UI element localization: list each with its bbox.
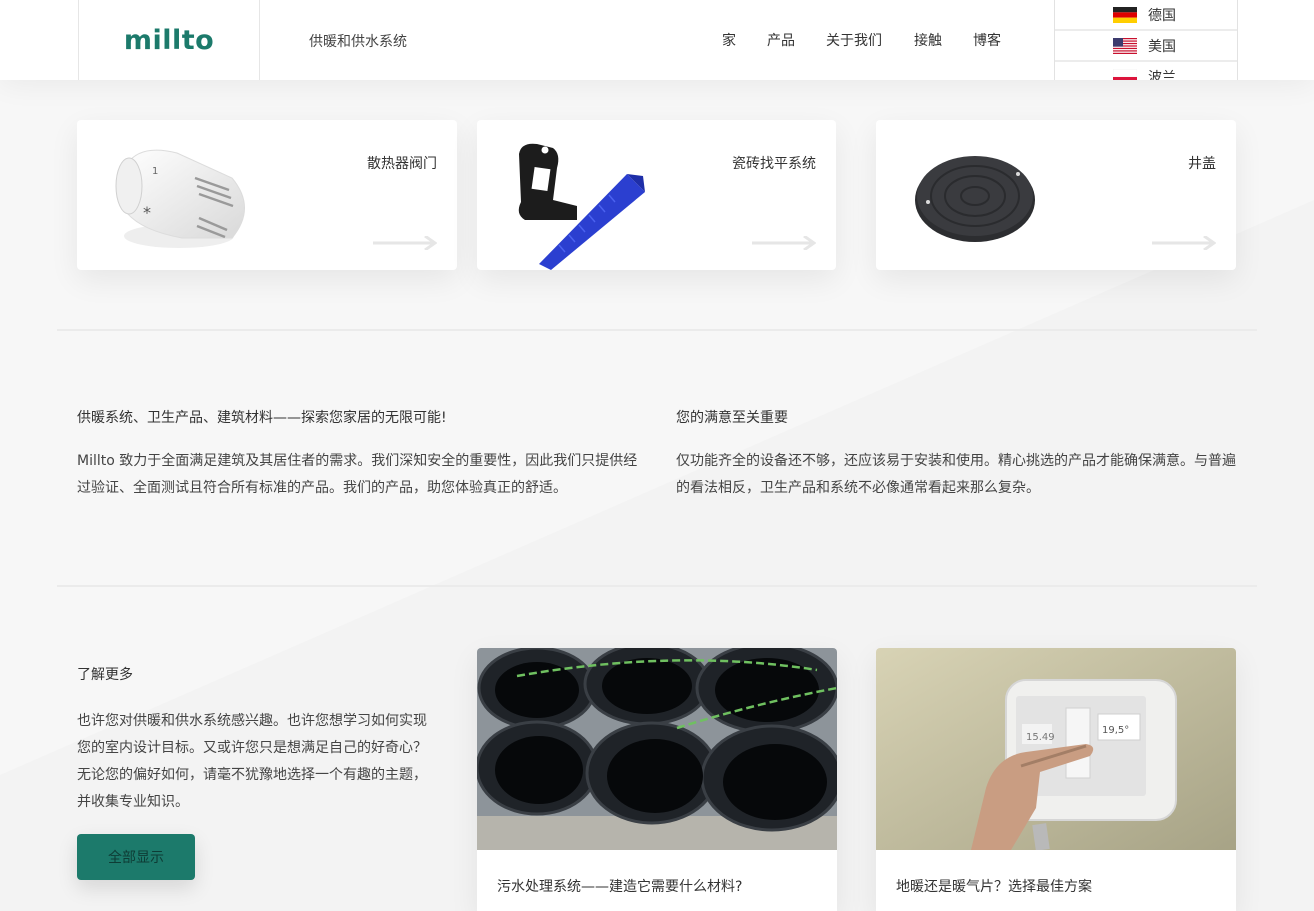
info-body: 仅功能齐全的设备还不够，还应该易于安装和使用。精心挑选的产品才能确保满意。与普遍… [676, 453, 1236, 496]
svg-text:1: 1 [152, 166, 158, 177]
nav-blog[interactable]: 博客 [973, 30, 1001, 50]
category-card-manhole-covers[interactable]: 井盖 [876, 120, 1236, 270]
language-label: 德国 [1148, 7, 1176, 24]
arrow-right-icon [373, 236, 437, 250]
arrow-right-icon [752, 236, 816, 250]
germany-flag-icon [1113, 7, 1137, 23]
learn-more-body: 也许您对供暖和供水系统感兴趣。也许您想学习如何实现您的室内设计目标。又或许您只是… [77, 713, 427, 810]
nav-home[interactable]: 家 [722, 30, 736, 50]
language-option-usa[interactable]: 美国 [1055, 31, 1237, 62]
category-card-tile-leveling[interactable]: 瓷砖找平系统 [477, 120, 836, 270]
corrugated-pipes-image [477, 648, 837, 850]
language-label: 波兰 [1148, 69, 1176, 81]
blog-card[interactable]: 15.49 19,5° 地暖还是暖气片？选择最佳方案 [876, 648, 1236, 911]
manhole-cover-image [915, 156, 1035, 242]
tile-leveling-clip-wedge-image [518, 143, 645, 270]
show-all-button[interactable]: 全部显示 [77, 834, 195, 880]
language-option-germany[interactable]: 德国 [1055, 0, 1237, 31]
section-divider [57, 329, 1257, 331]
thermostatic-valve-head-image: 1 * [115, 149, 245, 248]
svg-text:*: * [143, 203, 151, 222]
svg-text:19,5°: 19,5° [1102, 725, 1129, 736]
info-block-right: 您的满意至关重要 仅功能齐全的设备还不够，还应该易于安装和使用。精心挑选的产品才… [676, 408, 1241, 502]
info-body: Millto 致力于全面满足建筑及其居住者的需求。我们深知安全的重要性，因此我们… [77, 453, 638, 496]
language-switcher: 德国 美国 波兰 [1054, 0, 1238, 80]
category-title: 井盖 [1188, 156, 1216, 172]
logo[interactable]: millto [78, 0, 260, 80]
logo-text: millto [123, 24, 215, 56]
site-header: millto 供暖和供水系统 家 产品 关于我们 接触 博客 德国 美国 波兰 [0, 0, 1314, 80]
thermostat-touch-panel-image: 15.49 19,5° [876, 648, 1236, 850]
info-block-left: 供暖系统、卫生产品、建筑材料——探索您家居的无限可能! Millto 致力于全面… [77, 408, 642, 502]
learn-more-title: 了解更多 [77, 667, 133, 683]
site-tagline: 供暖和供水系统 [309, 34, 407, 50]
category-card-radiator-valves[interactable]: 1 * 散热器阀门 [77, 120, 457, 270]
info-title: 您的满意至关重要 [676, 410, 788, 426]
nav-contact[interactable]: 接触 [914, 30, 942, 50]
nav-products[interactable]: 产品 [767, 30, 795, 50]
svg-text:15.49: 15.49 [1026, 732, 1055, 743]
category-title: 瓷砖找平系统 [732, 156, 816, 172]
poland-flag-icon [1113, 69, 1137, 80]
usa-flag-icon [1113, 38, 1137, 54]
blog-post-title: 污水处理系统——建造它需要什么材料? [497, 879, 743, 895]
nav-about[interactable]: 关于我们 [826, 30, 882, 50]
blog-post-title: 地暖还是暖气片？选择最佳方案 [896, 879, 1092, 895]
language-option-poland[interactable]: 波兰 [1055, 62, 1237, 80]
blog-card[interactable]: 污水处理系统——建造它需要什么材料? [477, 648, 837, 911]
category-title: 散热器阀门 [367, 156, 437, 172]
language-label: 美国 [1148, 38, 1176, 55]
info-title: 供暖系统、卫生产品、建筑材料——探索您家居的无限可能! [77, 410, 447, 426]
section-divider [57, 585, 1257, 587]
arrow-right-icon [1152, 236, 1216, 250]
